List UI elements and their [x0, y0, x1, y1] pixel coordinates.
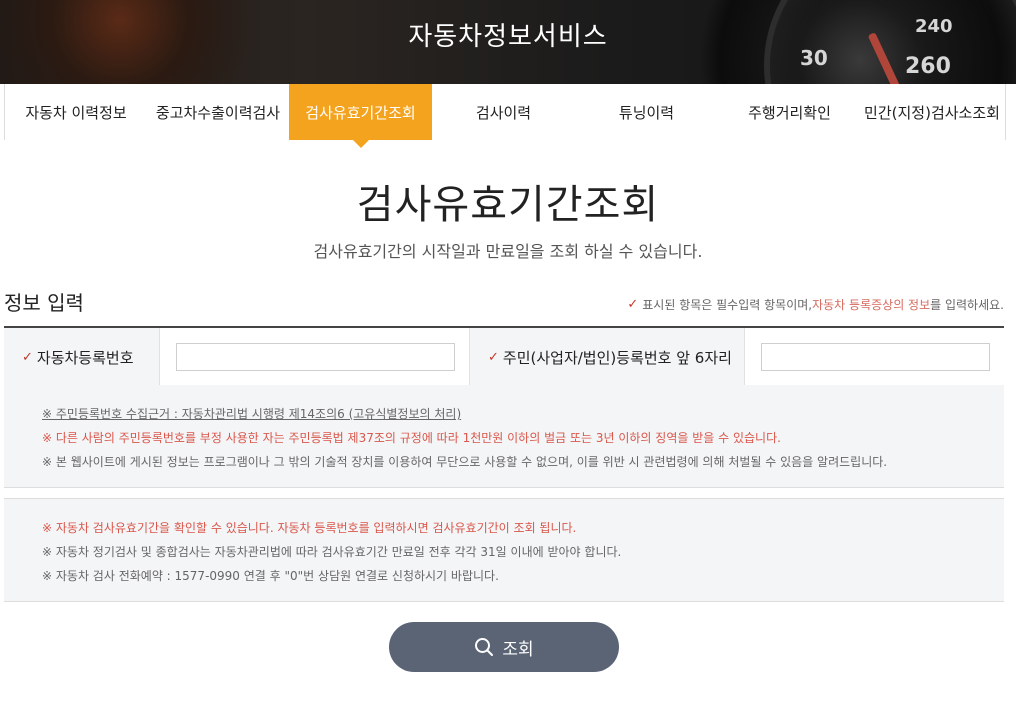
vehicle-number-input[interactable] — [176, 343, 455, 371]
notice-line: ※ 다른 사람의 주민등록번호를 부정 사용한 자는 주민등록법 제37조의 규… — [42, 431, 781, 445]
resident-number-input[interactable] — [761, 343, 990, 371]
resident-number-cell — [745, 328, 1004, 386]
required-note: ✓ 표시된 항목은 필수입력 항목이며, 자동차 등록증상의 정보 를 입력하세… — [627, 296, 1004, 313]
site-title: 자동차정보서비스 — [408, 22, 608, 52]
notice-line: ※ 자동차 검사 전화예약 : 1577-0990 연결 후 "0"번 상담원 … — [42, 569, 499, 583]
tab-inspection-history[interactable]: 검사이력 — [432, 84, 575, 140]
page-subtitle: 검사유효기간의 시작일과 만료일을 조회 하실 수 있습니다. — [313, 242, 703, 261]
tab-mileage-check[interactable]: 주행거리확인 — [718, 84, 861, 140]
check-icon: ✓ — [488, 349, 499, 365]
search-icon — [475, 638, 494, 656]
tab-vehicle-history[interactable]: 자동차 이력정보 — [5, 84, 147, 140]
tab-export-history[interactable]: 중고차수출이력검사 — [147, 84, 289, 140]
required-note-prefix: 표시된 항목은 필수입력 항목이며, — [642, 298, 813, 312]
resident-number-label: ✓ 주민(사업자/법인)등록번호 앞 6자리 — [470, 328, 745, 386]
vehicle-number-label-text: 자동차등록번호 — [36, 348, 134, 367]
required-note-highlight: 자동차 등록증상의 정보 — [812, 298, 931, 312]
vehicle-number-cell — [160, 328, 470, 386]
notice-line: ※ 본 웹사이트에 게시된 정보는 프로그램이나 그 밖의 기술적 장치를 이용… — [42, 455, 888, 469]
tab-private-inspection-station[interactable]: 민간(지정)검사소조회 — [861, 84, 1003, 140]
notice-line: ※ 자동차 검사유효기간을 확인할 수 있습니다. 자동차 등록번호를 입력하시… — [42, 521, 577, 535]
tab-inspection-validity[interactable]: 검사유효기간조회 — [289, 84, 432, 148]
tab-tuning-history[interactable]: 튜닝이력 — [575, 84, 718, 140]
search-button-label: 조회 — [502, 639, 534, 660]
search-button[interactable]: 조회 — [389, 622, 619, 672]
notice-line: ※ 주민등록번호 수집근거 : 자동차관리법 시행령 제14조의6 (고유식별정… — [42, 407, 462, 421]
privacy-notice: ※ 주민등록번호 수집근거 : 자동차관리법 시행령 제14조의6 (고유식별정… — [4, 385, 1004, 488]
section-title: 정보 입력 — [4, 291, 84, 315]
main-nav: 자동차 이력정보 중고차수출이력검사 검사유효기간조회 검사이력 튜닝이력 주행… — [4, 84, 1006, 148]
input-form: ✓ 자동차등록번호 ✓ 주민(사업자/법인)등록번호 앞 6자리 — [4, 326, 1004, 387]
resident-number-label-text: 주민(사업자/법인)등록번호 앞 6자리 — [502, 348, 732, 367]
required-note-suffix: 를 입력하세요. — [930, 298, 1004, 312]
check-icon: ✓ — [22, 349, 33, 365]
header-banner: 30 240 260 자동차정보서비스 — [0, 0, 1016, 84]
page-title: 검사유효기간조회 — [356, 182, 660, 228]
notice-line: ※ 자동차 정기검사 및 종합검사는 자동차관리법에 따라 검사유효기간 만료일… — [42, 545, 622, 559]
gauge-number: 260 — [905, 54, 951, 79]
check-icon: ✓ — [627, 297, 639, 312]
inspection-notice: ※ 자동차 검사유효기간을 확인할 수 있습니다. 자동차 등록번호를 입력하시… — [4, 498, 1004, 602]
vehicle-number-label: ✓ 자동차등록번호 — [4, 328, 160, 386]
